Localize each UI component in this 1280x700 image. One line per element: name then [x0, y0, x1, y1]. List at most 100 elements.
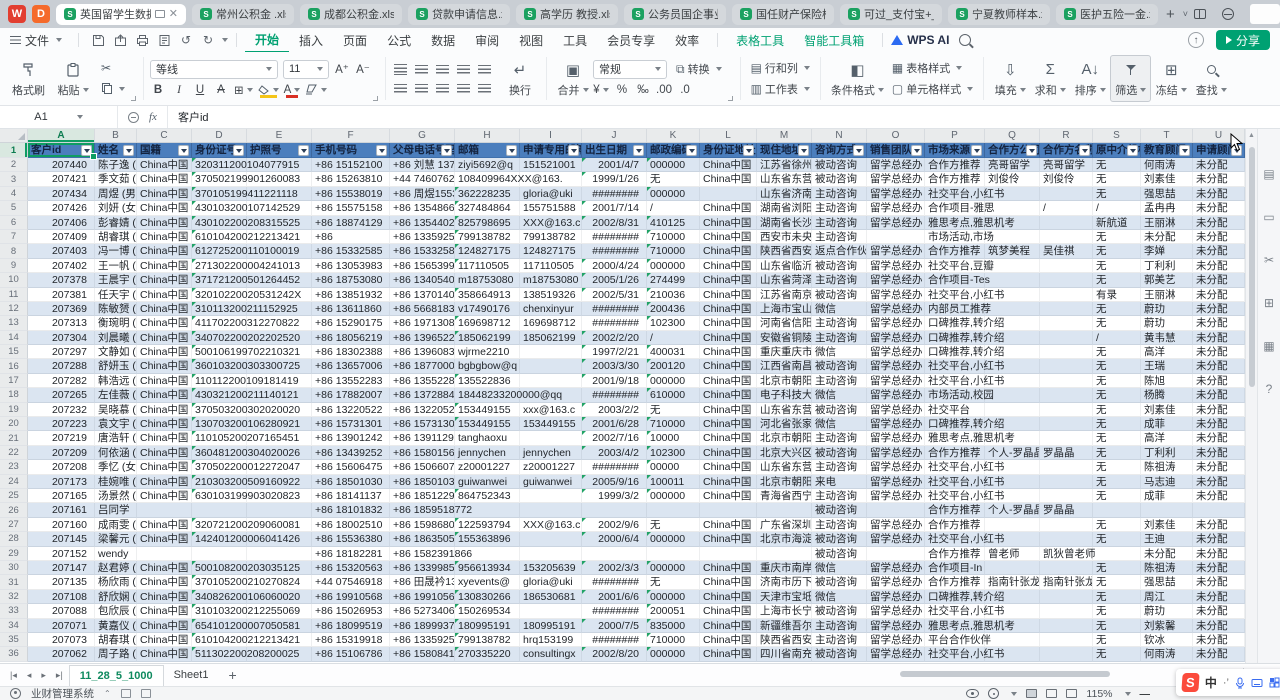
cell-A14[interactable]: 207304 [28, 331, 95, 345]
cell-K28[interactable]: 000000 [647, 532, 700, 546]
cell-K5[interactable]: / [647, 201, 700, 215]
cell-S13[interactable]: 无 [1093, 316, 1141, 330]
cell-R34[interactable] [1040, 619, 1093, 633]
cell-T26[interactable] [1141, 503, 1193, 517]
cell-F6[interactable]: +86 18874129 [312, 216, 390, 230]
cell-T29[interactable]: 未分配 [1141, 547, 1193, 561]
cell-A17[interactable]: 207282 [28, 374, 95, 388]
cell-K14[interactable]: / [647, 331, 700, 345]
cell-P21[interactable]: 雅思考点,雅思机考 [925, 431, 985, 445]
cell-A13[interactable]: 207313 [28, 316, 95, 330]
filter-dropdown-icon[interactable] [1179, 145, 1190, 156]
cell-J12[interactable]: ######## [582, 302, 647, 316]
cell-B27[interactable]: 成雨雯 (女) [95, 518, 137, 532]
cell-L2[interactable]: China中国 [700, 158, 757, 172]
cell-H31[interactable]: xyevents@ [455, 575, 520, 589]
cell-B17[interactable]: 韩浩远 (男) [95, 374, 137, 388]
cell-T3[interactable]: 刘素佳 [1141, 172, 1193, 186]
cell-P31[interactable]: 合作方推荐 [925, 575, 985, 589]
prev-sheet-icon[interactable]: ◂ [23, 670, 36, 681]
cell-C10[interactable]: China中国 [137, 273, 192, 287]
cell-G33[interactable]: +86 52734062 [390, 604, 455, 618]
cell-O16[interactable]: 留学总经办 [867, 359, 925, 373]
name-box[interactable]: A1 [0, 106, 118, 128]
cell-P12[interactable]: 内部员工推荐 [925, 302, 985, 316]
cell-A9[interactable]: 207402 [28, 259, 95, 273]
filter-dropdown-icon[interactable] [233, 145, 244, 156]
cell-C15[interactable]: China中国 [137, 345, 192, 359]
cell-U29[interactable]: 未分配 [1193, 547, 1245, 561]
cell-L5[interactable]: China中国 [700, 201, 757, 215]
cell-O15[interactable]: 留学总经办 [867, 345, 925, 359]
cell-M2[interactable]: 江苏省徐州 [757, 158, 812, 172]
menu-tab-工具[interactable]: 工具 [553, 29, 597, 52]
cell-L16[interactable]: China中国 [700, 359, 757, 373]
cell-M3[interactable]: 山东省东营 [757, 172, 812, 186]
cell-O24[interactable]: 留学总经办 [867, 475, 925, 489]
cell-O28[interactable]: 留学总经办 [867, 532, 925, 546]
cell-O34[interactable]: 留学总经办 [867, 619, 925, 633]
cell-G20[interactable]: +86 1573130169 [390, 417, 455, 431]
cell-R15[interactable] [1040, 345, 1093, 359]
cell-C31[interactable]: China中国 [137, 575, 192, 589]
cell-I30[interactable]: 153205639 [520, 561, 582, 575]
cell-D19[interactable]: 370503200302020020 [192, 403, 247, 417]
cell-R10[interactable] [1040, 273, 1093, 287]
sogou-logo[interactable]: S [1181, 673, 1199, 692]
cell-I25[interactable] [520, 489, 582, 503]
cell-U30[interactable]: 未分配 [1193, 561, 1245, 575]
cell-I13[interactable]: 169698712 [520, 316, 582, 330]
cell-Q8[interactable]: 筑梦美程 [985, 244, 1040, 258]
cell-P9[interactable]: 社交平台,豆瓣 [925, 259, 985, 273]
cell-I6[interactable]: XXX@163.c [520, 216, 582, 230]
row-header-14[interactable]: 14 [0, 331, 28, 345]
cell-C24[interactable]: China中国 [137, 475, 192, 489]
cell-N8[interactable]: 返点合作伙伴 [812, 244, 867, 258]
cell-S17[interactable]: 无 [1093, 374, 1141, 388]
cell-A32[interactable]: 207108 [28, 590, 95, 604]
cell-M23[interactable]: 山东省东营 [757, 460, 812, 474]
cell-R6[interactable] [1040, 216, 1093, 230]
microphone-icon[interactable] [1235, 677, 1245, 689]
account-panel[interactable] [1250, 4, 1280, 24]
vertical-scroll-thumb[interactable] [1249, 147, 1255, 387]
cell-F21[interactable]: +86 13901242 [312, 431, 390, 445]
cell-G16[interactable]: +86 1877000215 [390, 359, 455, 373]
cell-U3[interactable]: 未分配 [1193, 172, 1245, 186]
cell-G26[interactable]: +86 1859518772 [390, 503, 455, 517]
cell-A10[interactable]: 207378 [28, 273, 95, 287]
cell-S4[interactable]: 无 [1093, 187, 1141, 201]
sheet-tab-Sheet1[interactable]: Sheet1 [164, 665, 219, 686]
cell-P16[interactable]: 社交平台,小红书 [925, 359, 985, 373]
cell-D31[interactable]: 370105200210270824 [192, 575, 247, 589]
cell-J4[interactable]: ######## [582, 187, 647, 201]
cell-R21[interactable] [1040, 431, 1093, 445]
cell-S23[interactable]: 无 [1093, 460, 1141, 474]
cell-S7[interactable]: 无 [1093, 230, 1141, 244]
cell-S27[interactable]: 无 [1093, 518, 1141, 532]
cell-D18[interactable]: 430321200211140121 [192, 388, 247, 402]
cell-F27[interactable]: +86 18002510 [312, 518, 390, 532]
cell-M19[interactable]: 山东省东营 [757, 403, 812, 417]
cell-F3[interactable]: +86 15263810 [312, 172, 390, 186]
cell-T20[interactable]: 成菲 [1141, 417, 1193, 431]
cell-R27[interactable] [1040, 518, 1093, 532]
cell-M14[interactable]: 安徽省铜陵 [757, 331, 812, 345]
cell-D24[interactable]: 210303200509160922 [192, 475, 247, 489]
cell-T5[interactable]: 孟冉冉 [1141, 201, 1193, 215]
status-tool-icon-2[interactable] [141, 689, 151, 698]
cell-D35[interactable]: 610104200212213421 [192, 633, 247, 647]
cell-I11[interactable]: 138519326 [520, 288, 582, 302]
cell-A26[interactable]: 207161 [28, 503, 95, 517]
bold-button[interactable]: B [150, 82, 166, 98]
cell-D17[interactable]: 110112200109181419 [192, 374, 247, 388]
cell-H6[interactable]: 825798695 [455, 216, 520, 230]
cell-U28[interactable]: 未分配 [1193, 532, 1245, 546]
save-icon[interactable] [90, 32, 106, 48]
cell-B4[interactable]: 周煜 (男) [95, 187, 137, 201]
column-header-M[interactable]: M [757, 129, 812, 142]
cell-L33[interactable]: China中国 [700, 604, 757, 618]
cell-S35[interactable]: 无 [1093, 633, 1141, 647]
header-cell-M[interactable]: 现住地址 [757, 143, 812, 158]
cell-O10[interactable]: 留学总经办 [867, 273, 925, 287]
